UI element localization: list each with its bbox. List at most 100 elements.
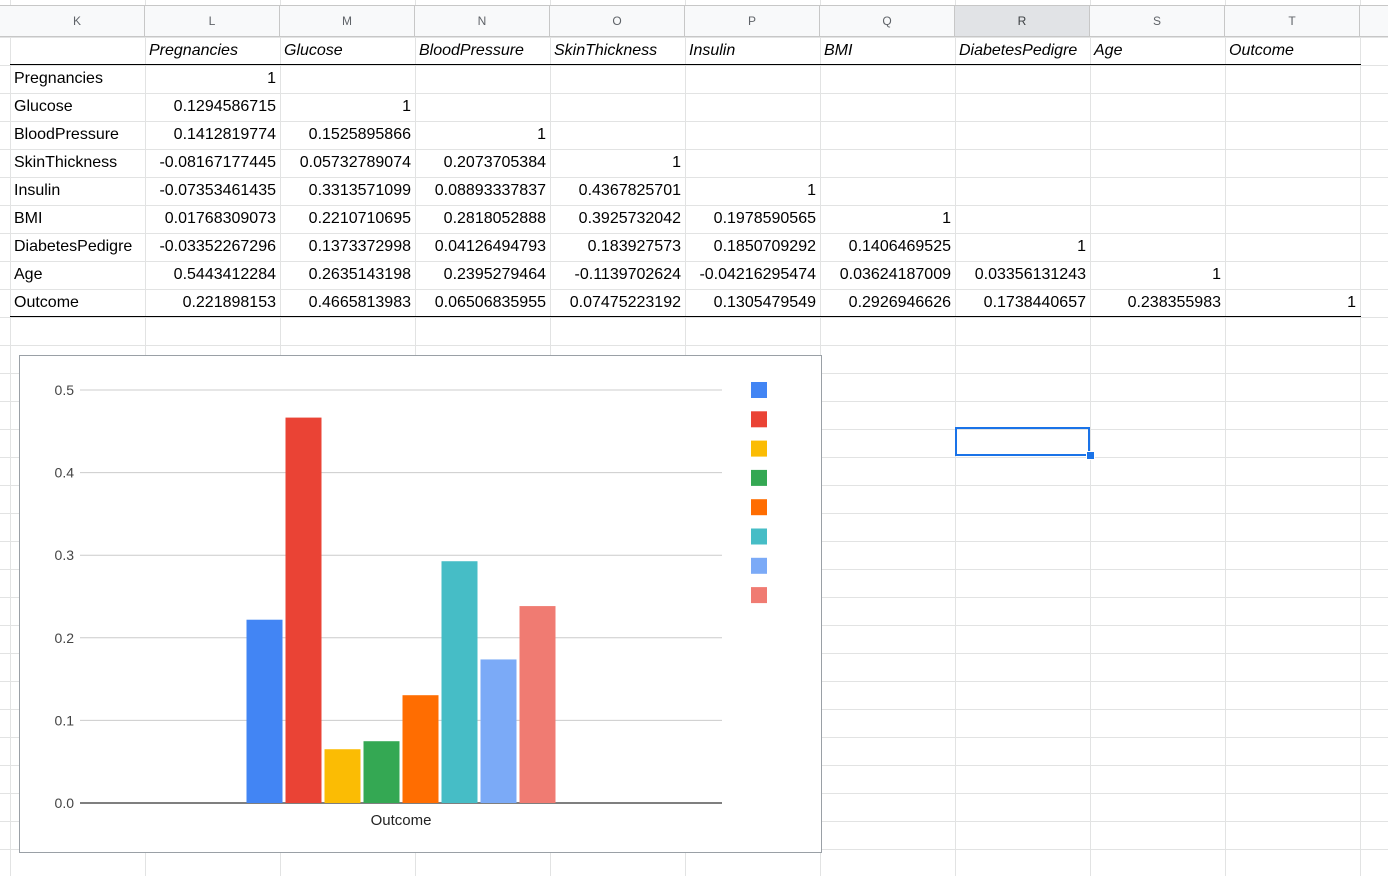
value-cell[interactable]: 0.01768309073	[145, 205, 280, 233]
bar-series-4[interactable]	[363, 741, 400, 803]
bar-series-2[interactable]	[285, 417, 322, 803]
value-cell[interactable]	[1090, 205, 1225, 233]
bar-series-7[interactable]	[480, 659, 517, 803]
value-cell[interactable]	[955, 177, 1090, 205]
value-cell[interactable]	[1090, 93, 1225, 121]
value-cell[interactable]: -0.08167177445	[145, 149, 280, 177]
value-cell[interactable]: 0.06506835955	[415, 289, 550, 317]
header-cell[interactable]: SkinThickness	[550, 37, 685, 65]
value-cell[interactable]: 0.5443412284	[145, 261, 280, 289]
value-cell[interactable]	[1090, 121, 1225, 149]
value-cell[interactable]	[550, 121, 685, 149]
legend-swatch-6[interactable]	[751, 528, 767, 545]
value-cell[interactable]	[1225, 261, 1360, 289]
value-cell[interactable]	[1225, 93, 1360, 121]
value-cell[interactable]: 0.1294586715	[145, 93, 280, 121]
header-cell[interactable]: BMI	[820, 37, 955, 65]
row-label-cell[interactable]: Glucose	[10, 93, 145, 121]
value-cell[interactable]: -0.03352267296	[145, 233, 280, 261]
column-header-k[interactable]: K	[10, 6, 145, 36]
value-cell[interactable]: 0.1850709292	[685, 233, 820, 261]
value-cell[interactable]: 0.2926946626	[820, 289, 955, 317]
value-cell[interactable]: -0.04216295474	[685, 261, 820, 289]
row-label-cell[interactable]: Pregnancies	[10, 65, 145, 93]
value-cell[interactable]	[955, 121, 1090, 149]
value-cell[interactable]	[1225, 121, 1360, 149]
value-cell[interactable]	[685, 65, 820, 93]
column-header-n[interactable]: N	[415, 6, 550, 36]
value-cell[interactable]: 0.4665813983	[280, 289, 415, 317]
value-cell[interactable]: 0.2635143198	[280, 261, 415, 289]
value-cell[interactable]	[820, 177, 955, 205]
value-cell[interactable]: 0.1738440657	[955, 289, 1090, 317]
header-cell[interactable]	[10, 37, 145, 65]
bar-series-1[interactable]	[246, 619, 283, 803]
value-cell[interactable]: 0.1305479549	[685, 289, 820, 317]
legend-swatch-1[interactable]	[751, 382, 767, 398]
row-label-cell[interactable]: Insulin	[10, 177, 145, 205]
row-label-cell[interactable]: DiabetesPedigre	[10, 233, 145, 261]
value-cell[interactable]: 0.03624187009	[820, 261, 955, 289]
bar-series-8[interactable]	[519, 606, 556, 803]
fill-handle[interactable]	[1086, 451, 1095, 460]
value-cell[interactable]	[685, 149, 820, 177]
value-cell[interactable]: 0.07475223192	[550, 289, 685, 317]
column-header-r[interactable]: R	[955, 6, 1090, 36]
row-label-cell[interactable]: Outcome	[10, 289, 145, 317]
header-cell[interactable]: Insulin	[685, 37, 820, 65]
value-cell[interactable]: 0.183927573	[550, 233, 685, 261]
value-cell[interactable]: 0.03356131243	[955, 261, 1090, 289]
value-cell[interactable]: 0.1525895866	[280, 121, 415, 149]
value-cell[interactable]: -0.07353461435	[145, 177, 280, 205]
row-label-cell[interactable]: Age	[10, 261, 145, 289]
legend-swatch-7[interactable]	[751, 557, 767, 574]
header-cell[interactable]: Pregnancies	[145, 37, 280, 65]
value-cell[interactable]	[685, 121, 820, 149]
value-cell[interactable]	[550, 65, 685, 93]
legend-swatch-3[interactable]	[751, 440, 767, 457]
header-cell[interactable]: Outcome	[1225, 37, 1360, 65]
active-cell-selection[interactable]	[955, 427, 1090, 456]
column-header-l[interactable]: L	[145, 6, 280, 36]
header-cell[interactable]: Age	[1090, 37, 1225, 65]
value-cell[interactable]: 0.08893337837	[415, 177, 550, 205]
header-cell[interactable]: BloodPressure	[415, 37, 550, 65]
column-header-s[interactable]: S	[1090, 6, 1225, 36]
value-cell[interactable]: 1	[1090, 261, 1225, 289]
value-cell[interactable]	[1090, 233, 1225, 261]
value-cell[interactable]: -0.1139702624	[550, 261, 685, 289]
column-header-q[interactable]: Q	[820, 6, 955, 36]
value-cell[interactable]: 0.238355983	[1090, 289, 1225, 317]
value-cell[interactable]: 1	[955, 233, 1090, 261]
value-cell[interactable]	[820, 121, 955, 149]
value-cell[interactable]: 0.3925732042	[550, 205, 685, 233]
row-label-cell[interactable]: BloodPressure	[10, 121, 145, 149]
value-cell[interactable]	[955, 93, 1090, 121]
value-cell[interactable]: 0.2395279464	[415, 261, 550, 289]
value-cell[interactable]	[955, 205, 1090, 233]
legend-swatch-4[interactable]	[751, 469, 767, 486]
value-cell[interactable]	[955, 65, 1090, 93]
value-cell[interactable]	[1225, 205, 1360, 233]
value-cell[interactable]	[1225, 177, 1360, 205]
value-cell[interactable]: 1	[685, 177, 820, 205]
value-cell[interactable]	[1090, 149, 1225, 177]
value-cell[interactable]: 0.2073705384	[415, 149, 550, 177]
row-label-cell[interactable]: BMI	[10, 205, 145, 233]
value-cell[interactable]	[685, 93, 820, 121]
value-cell[interactable]: 1	[820, 205, 955, 233]
value-cell[interactable]: 1	[280, 93, 415, 121]
value-cell[interactable]	[1225, 149, 1360, 177]
value-cell[interactable]	[955, 149, 1090, 177]
value-cell[interactable]: 0.1412819774	[145, 121, 280, 149]
value-cell[interactable]: 1	[145, 65, 280, 93]
value-cell[interactable]	[820, 93, 955, 121]
value-cell[interactable]: 1	[415, 121, 550, 149]
column-header-o[interactable]: O	[550, 6, 685, 36]
value-cell[interactable]	[820, 65, 955, 93]
value-cell[interactable]	[415, 65, 550, 93]
value-cell[interactable]	[1225, 65, 1360, 93]
bar-series-3[interactable]	[324, 749, 361, 803]
column-header-m[interactable]: M	[280, 6, 415, 36]
value-cell[interactable]: 1	[1225, 289, 1360, 317]
